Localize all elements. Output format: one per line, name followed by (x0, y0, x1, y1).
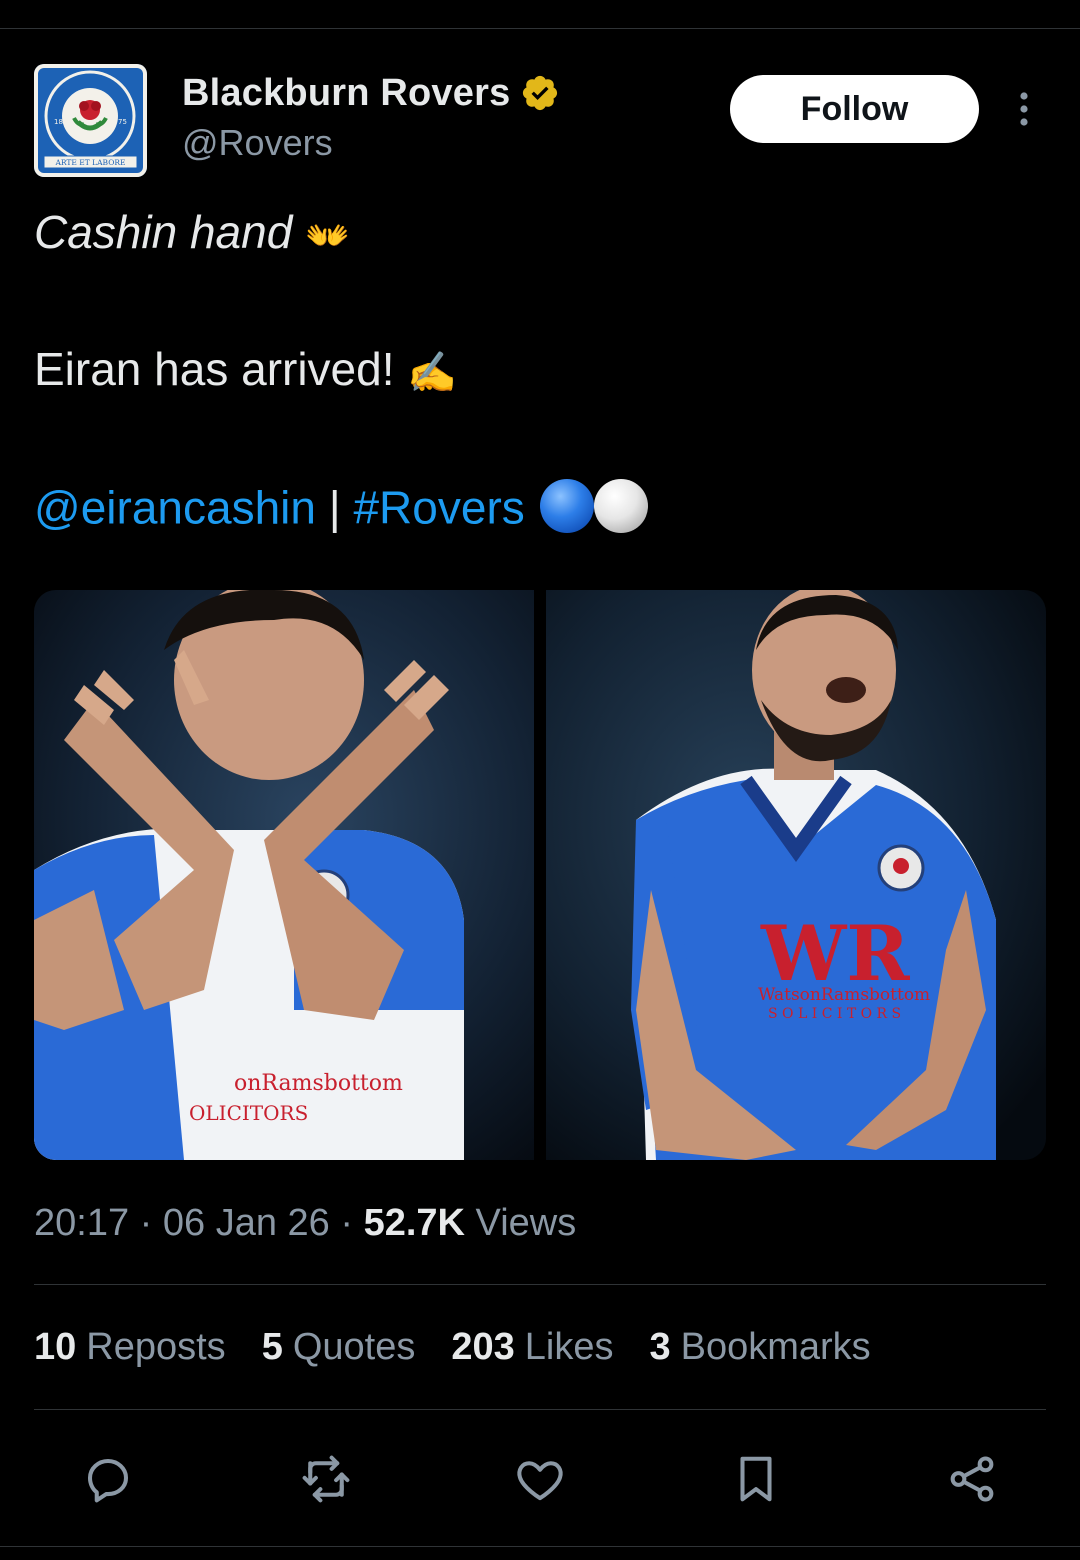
views-label: Views (475, 1202, 577, 1244)
more-options-icon[interactable] (1010, 90, 1038, 128)
stat-reposts[interactable]: 10 Reposts (34, 1326, 226, 1369)
stat-bookmarks[interactable]: 3 Bookmarks (649, 1326, 870, 1369)
blue-circle-emoji (538, 477, 596, 546)
hashtag-link[interactable]: #Rovers (353, 482, 524, 534)
tweet-line-2: Eiran has arrived! ✍️ (34, 342, 457, 396)
views-count: 52.7K (363, 1202, 465, 1244)
player-photo-icon: WR WatsonRamsbottom S O L I C I T O R S (546, 590, 1046, 1160)
reply-icon (87, 1458, 129, 1503)
top-divider (0, 28, 1080, 29)
like-button[interactable] (512, 1452, 568, 1506)
svg-text:OLICITORS: OLICITORS (189, 1101, 308, 1125)
repost-button[interactable] (298, 1452, 354, 1506)
stat-label: Quotes (292, 1326, 416, 1368)
blue-circle-icon (539, 479, 594, 533)
tweet-time[interactable]: 20:17 (34, 1202, 129, 1244)
repost-icon (302, 1455, 350, 1503)
stat-count: 10 (34, 1326, 77, 1368)
white-circle-emoji (592, 477, 650, 546)
tweet-line-1: Cashin hand 👐 (34, 205, 350, 259)
meta-dot: · (139, 1202, 153, 1244)
stat-count: 5 (261, 1326, 283, 1368)
stat-count: 3 (649, 1326, 671, 1368)
svg-text:S O L I C I T O R S: S O L I C I T O R S (768, 1006, 901, 1022)
stat-likes[interactable]: 203 Likes (451, 1326, 613, 1369)
svg-text:18: 18 (54, 118, 63, 126)
tweet-date[interactable]: 06 Jan 26 (163, 1202, 330, 1244)
svg-text:WatsonRamsbottom: WatsonRamsbottom (758, 985, 930, 1005)
author-display-name[interactable]: Blackburn Rovers (182, 72, 510, 115)
svg-text:75: 75 (118, 118, 127, 126)
tweet-media[interactable]: onRamsbottom OLICITORS WR WatsonRamsbott… (34, 590, 1046, 1160)
engagement-stats: 10 Reposts 5 Quotes 203 Likes 3 Bookmarks (34, 1326, 871, 1369)
club-crest-icon: ARTE ET LABORE 18 75 (34, 64, 147, 177)
svg-text:onRamsbottom: onRamsbottom (234, 1071, 403, 1096)
verified-badge-icon[interactable] (520, 73, 560, 113)
crest-motto: ARTE ET LABORE (55, 158, 126, 167)
tweet-line-2-text: Eiran has arrived! (34, 343, 395, 395)
author-handle[interactable]: @Rovers (182, 122, 333, 164)
meta-dot: · (340, 1202, 354, 1244)
stat-quotes[interactable]: 5 Quotes (262, 1326, 416, 1369)
like-icon (517, 1461, 563, 1501)
reply-button[interactable] (80, 1452, 136, 1506)
white-circle-icon (593, 479, 648, 533)
divider (34, 1409, 1046, 1410)
share-button[interactable] (944, 1452, 1000, 1506)
tweet-line-3: @eirancashin | #Rovers (34, 477, 650, 546)
separator: | (328, 481, 341, 534)
writing-hand-emoji: ✍️ (407, 351, 458, 396)
photo-player-laughing[interactable]: WR WatsonRamsbottom S O L I C I T O R S (546, 590, 1046, 1160)
stat-count: 203 (451, 1326, 515, 1368)
bookmark-button[interactable] (728, 1452, 784, 1506)
author-name-row: Blackburn Rovers (182, 68, 560, 118)
follow-button[interactable]: Follow (730, 75, 979, 143)
stat-label: Bookmarks (680, 1326, 871, 1368)
divider (34, 1284, 1046, 1285)
tweet-meta: 20:17 · 06 Jan 26 · 52.7K Views (34, 1202, 576, 1245)
share-icon (950, 1456, 994, 1502)
tweet-line-1-text: Cashin hand (34, 206, 293, 258)
open-hands-emoji: 👐 (305, 214, 350, 256)
stat-label: Likes (524, 1326, 614, 1368)
bottom-divider (0, 1546, 1080, 1547)
stat-label: Reposts (86, 1326, 226, 1368)
bookmark-icon (740, 1456, 772, 1502)
author-avatar[interactable]: ARTE ET LABORE 18 75 (34, 64, 147, 177)
mention-link[interactable]: @eirancashin (34, 482, 316, 534)
player-photo-icon: onRamsbottom OLICITORS (34, 590, 534, 1160)
photo-player-crossed-hands[interactable]: onRamsbottom OLICITORS (34, 590, 534, 1160)
